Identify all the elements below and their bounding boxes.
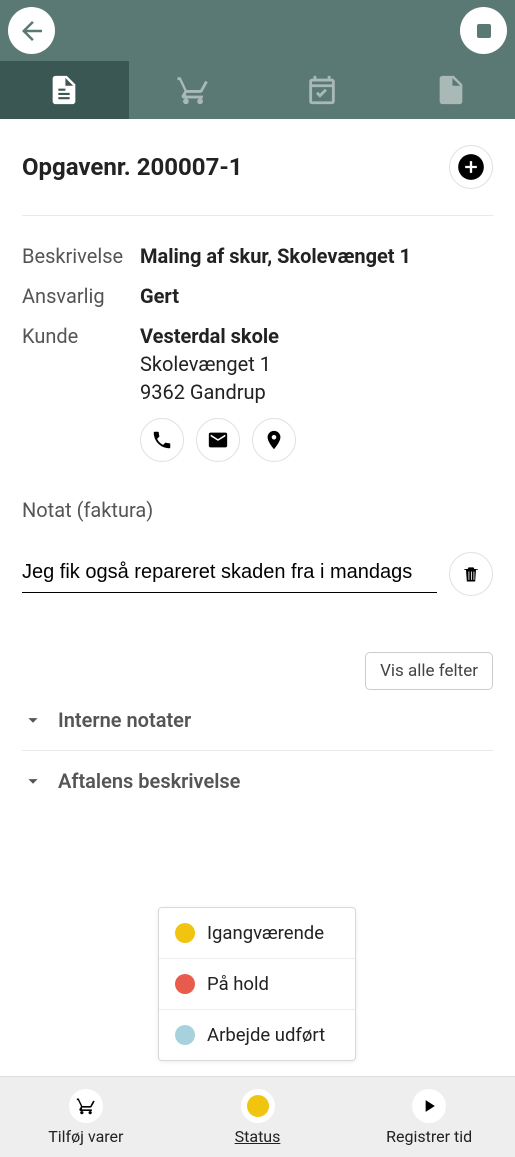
contact-icons (140, 418, 296, 462)
collapsible-label: Interne notater (58, 708, 191, 732)
task-title: Opgavenr. 200007-1 (22, 153, 243, 181)
stop-icon (472, 19, 496, 43)
title-row: Opgavenr. 200007-1 (22, 145, 493, 216)
status-option-on-hold[interactable]: På hold (159, 959, 355, 1010)
show-all-row: Vis alle felter (22, 652, 493, 690)
phone-button[interactable] (140, 418, 184, 462)
topbar (0, 0, 515, 61)
phone-icon (151, 429, 173, 451)
email-button[interactable] (196, 418, 240, 462)
email-icon (207, 429, 229, 451)
main-content: Opgavenr. 200007-1 Beskrivelse Maling af… (0, 119, 515, 811)
plus-circle-icon (457, 153, 485, 181)
location-icon (263, 429, 285, 451)
label-description: Beskrivelse (22, 244, 140, 268)
arrow-left-icon (17, 16, 47, 46)
chevron-down-icon (22, 709, 44, 731)
footer-icon-wrap (241, 1089, 275, 1123)
note-input[interactable] (22, 555, 437, 593)
customer-name: Vesterdal skole (140, 324, 296, 348)
play-icon (419, 1096, 439, 1116)
cart-icon (76, 1096, 96, 1116)
collapsible-agreement-description[interactable]: Aftalens beskrivelse (22, 751, 493, 811)
row-description: Beskrivelse Maling af skur, Skolevænget … (22, 244, 493, 268)
footer-label: Status (235, 1127, 281, 1146)
document-icon (47, 73, 81, 107)
note-header: Notat (faktura) (22, 498, 493, 522)
row-customer: Kunde Vesterdal skole Skolevænget 1 9362… (22, 324, 493, 462)
status-option-done[interactable]: Arbejde udført (159, 1010, 355, 1060)
value-responsible: Gert (140, 284, 179, 308)
collapsible-label: Aftalens beskrivelse (58, 769, 240, 793)
note-row (22, 552, 493, 596)
status-option-in-progress[interactable]: Igangværende (159, 908, 355, 959)
status-dot-icon (175, 1025, 195, 1045)
status-dot-icon (175, 923, 195, 943)
tab-schedule[interactable] (258, 61, 387, 119)
value-description: Maling af skur, Skolevænget 1 (140, 244, 411, 268)
status-dot-icon (175, 974, 195, 994)
footer-label: Registrer tid (386, 1127, 472, 1146)
label-responsible: Ansvarlig (22, 284, 140, 308)
footer-icon-wrap (412, 1089, 446, 1123)
tab-files[interactable] (386, 61, 515, 119)
status-popup: Igangværende På hold Arbejde udført (158, 907, 356, 1061)
tab-cart[interactable] (129, 61, 258, 119)
chevron-down-icon (22, 770, 44, 792)
status-option-label: Arbejde udført (207, 1024, 325, 1046)
trash-icon (461, 564, 481, 584)
location-button[interactable] (252, 418, 296, 462)
footer: Tilføj varer Status Registrer tid (0, 1076, 515, 1157)
row-responsible: Ansvarlig Gert (22, 284, 493, 308)
status-option-label: Igangværende (207, 922, 324, 944)
cart-icon (176, 73, 210, 107)
collapsible-internal-notes[interactable]: Interne notater (22, 690, 493, 751)
footer-register-time[interactable]: Registrer tid (343, 1077, 515, 1157)
show-all-fields-button[interactable]: Vis alle felter (365, 652, 493, 690)
status-dot-icon (247, 1095, 269, 1117)
customer-addr2: 9362 Gandrup (140, 380, 296, 404)
tab-details[interactable] (0, 61, 129, 119)
file-icon (434, 73, 468, 107)
footer-add-items[interactable]: Tilføj varer (0, 1077, 172, 1157)
add-button[interactable] (449, 145, 493, 189)
back-button[interactable] (8, 7, 55, 54)
label-customer: Kunde (22, 324, 140, 462)
value-customer: Vesterdal skole Skolevænget 1 9362 Gandr… (140, 324, 296, 462)
footer-status[interactable]: Status (172, 1077, 344, 1157)
footer-icon-wrap (69, 1089, 103, 1123)
calendar-check-icon (305, 73, 339, 107)
status-option-label: På hold (207, 973, 269, 995)
customer-addr1: Skolevænget 1 (140, 352, 296, 376)
tab-bar (0, 61, 515, 119)
delete-note-button[interactable] (449, 552, 493, 596)
stop-button[interactable] (460, 7, 507, 54)
details: Beskrivelse Maling af skur, Skolevænget … (22, 216, 493, 462)
footer-label: Tilføj varer (48, 1127, 123, 1146)
